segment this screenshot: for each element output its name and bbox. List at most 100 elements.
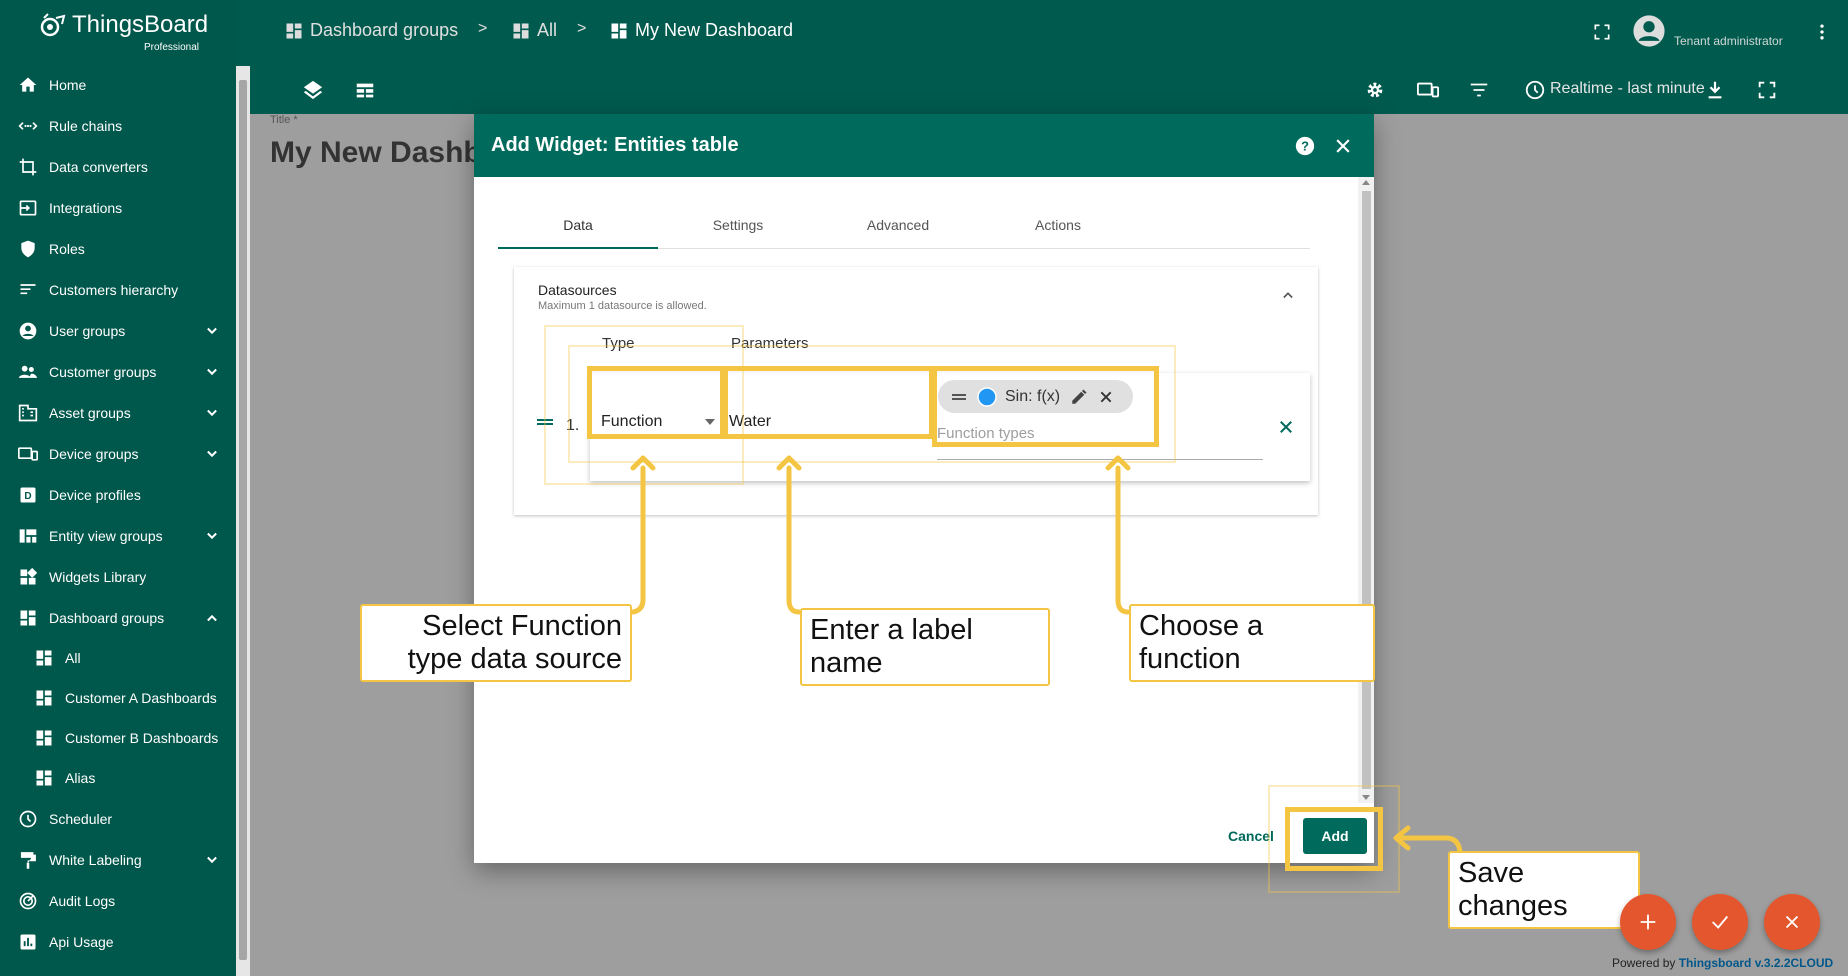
filter-icon[interactable]: [1468, 79, 1490, 101]
powered-link[interactable]: Thingsboard v.3.2.2CLOUD: [1679, 956, 1833, 970]
breadcrumb-item-all[interactable]: All: [511, 20, 557, 41]
sidebar-item-customers-hierarchy[interactable]: Customers hierarchy: [0, 269, 236, 310]
sidebar-item-label: Alias: [65, 769, 96, 786]
timewindow-label[interactable]: Realtime - last minute: [1550, 80, 1705, 98]
plus-icon: [1637, 911, 1659, 933]
logo-sub: Professional: [144, 42, 200, 53]
sidebar-item-widgets-library[interactable]: Widgets Library: [0, 556, 236, 597]
type-underline: [601, 437, 717, 438]
dropdown-arrow-icon[interactable]: [704, 417, 716, 427]
callout-function: Choose a function: [1129, 604, 1375, 682]
tab-data[interactable]: Data: [498, 217, 658, 233]
breadcrumb-label: All: [537, 20, 558, 40]
sidebar-item-label: Customers hierarchy: [49, 281, 179, 298]
dashboard-title-label: Title *: [270, 114, 298, 126]
sidebar-item-label: Data converters: [49, 158, 148, 175]
edit-icon[interactable]: [1070, 388, 1088, 406]
function-types-input[interactable]: Function types: [937, 425, 1035, 442]
clock-icon[interactable]: [1524, 79, 1546, 101]
sidebar-item-label: Asset groups: [49, 404, 131, 421]
dashboard-icon: [33, 767, 55, 789]
add-widget-fab[interactable]: [1620, 894, 1676, 950]
sidebar-item-api-usage[interactable]: Api Usage: [0, 921, 236, 962]
dashboard-icon: [284, 21, 304, 41]
more-vert-icon[interactable]: [1812, 22, 1832, 42]
people-icon: [17, 361, 39, 383]
sidebar-item-all[interactable]: All: [0, 637, 236, 678]
sidebar-item-label: Entity view groups: [49, 527, 163, 544]
tab-settings[interactable]: Settings: [658, 217, 818, 233]
chevron-down-icon: [202, 362, 222, 382]
format-paint-icon: [17, 849, 39, 871]
type-select[interactable]: Function: [601, 413, 662, 431]
scroll-up-icon[interactable]: [1362, 179, 1370, 185]
sidebar-item-rule-chains[interactable]: Rule chains: [0, 105, 236, 146]
powered-prefix: Powered by: [1612, 956, 1679, 970]
layers-icon[interactable]: [302, 79, 324, 101]
sidebar-item-dashboard-groups[interactable]: Dashboard groups: [0, 597, 236, 638]
close-icon[interactable]: [1333, 136, 1353, 156]
decline-changes-fab[interactable]: [1764, 894, 1820, 950]
sidebar-item-scheduler[interactable]: Scheduler: [0, 798, 236, 839]
scroll-down-icon[interactable]: [1362, 795, 1370, 801]
hierarchy-icon: [17, 279, 39, 301]
chevron-up-icon[interactable]: [1278, 285, 1298, 305]
function-types-underline: [937, 459, 1263, 460]
drag-handle-icon[interactable]: [951, 391, 967, 403]
color-dot-icon[interactable]: [977, 386, 997, 407]
sidebar-item-home[interactable]: Home: [0, 64, 236, 105]
sidebar-item-customer-groups[interactable]: Customer groups: [0, 351, 236, 392]
sidebar-item-device-groups[interactable]: Device groups: [0, 433, 236, 474]
label-underline: [729, 437, 903, 438]
sidebar-item-data-converters[interactable]: Data converters: [0, 146, 236, 187]
sidebar-item-integrations[interactable]: Integrations: [0, 187, 236, 228]
sidebar-item-alias[interactable]: Alias: [0, 757, 236, 798]
clock-icon: [17, 808, 39, 830]
help-icon[interactable]: ?: [1294, 135, 1316, 157]
sidebar-item-entity-view-groups[interactable]: Entity view groups: [0, 515, 236, 556]
sidebar-item-device-profiles[interactable]: D Device profiles: [0, 474, 236, 515]
add-button[interactable]: Add: [1303, 818, 1367, 854]
dashboard-title[interactable]: My New Dashb: [270, 136, 482, 170]
sidebar-item-label: Customer groups: [49, 363, 157, 380]
apply-changes-fab[interactable]: [1692, 894, 1748, 950]
view-quilt-icon: [17, 525, 39, 547]
sidebar-item-white-labeling[interactable]: White Labeling: [0, 839, 236, 880]
top-bar: Dashboard groups > All > My New Dashboar…: [236, 0, 1848, 66]
download-icon[interactable]: [1704, 79, 1726, 101]
sidebar-scrollbar[interactable]: [236, 66, 250, 976]
sidebar-item-roles[interactable]: Roles: [0, 228, 236, 269]
remove-datasource-icon[interactable]: [1277, 418, 1295, 436]
sidebar-item-asset-groups[interactable]: Asset groups: [0, 392, 236, 433]
chevron-down-icon: [202, 321, 222, 341]
label-input[interactable]: Water: [729, 413, 771, 431]
logo-name: ThingsBoard: [72, 11, 209, 38]
check-icon: [1709, 911, 1731, 933]
sidebar-item-user-groups[interactable]: User groups: [0, 310, 236, 351]
table-icon[interactable]: [354, 79, 376, 101]
sidebar-item-label: Integrations: [49, 199, 123, 216]
tab-actions[interactable]: Actions: [978, 217, 1138, 233]
sidebar-item-label: Widgets Library: [49, 568, 147, 585]
dashboard-icon: [511, 21, 531, 41]
avatar[interactable]: [1632, 14, 1666, 48]
sidebar-item-customer-b-dashboards[interactable]: Customer B Dashboards: [0, 717, 236, 758]
devices-icon[interactable]: [1416, 79, 1440, 101]
cancel-button[interactable]: Cancel: [1228, 828, 1274, 844]
tab-advanced[interactable]: Advanced: [818, 217, 978, 233]
logo[interactable]: ThingsBoard Professional: [38, 11, 209, 53]
sidebar-item-audit-logs[interactable]: Audit Logs: [0, 880, 236, 921]
close-icon[interactable]: [1098, 389, 1114, 405]
devices-icon: [17, 443, 39, 465]
fullscreen-icon[interactable]: [1592, 22, 1612, 42]
gear-icon[interactable]: [1364, 79, 1386, 101]
dialog-scrollbar[interactable]: [1358, 177, 1374, 803]
chevron-up-icon: [202, 608, 222, 628]
drag-handle-icon[interactable]: [536, 415, 554, 429]
sidebar-item-customer-a-dashboards[interactable]: Customer A Dashboards: [0, 677, 236, 718]
breadcrumb-label: My New Dashboard: [635, 20, 794, 40]
breadcrumb-item-dashboard-groups[interactable]: Dashboard groups: [284, 20, 458, 41]
function-chip[interactable]: Sin: f(x): [938, 380, 1133, 413]
breadcrumb-label: Dashboard groups: [310, 20, 459, 40]
fullscreen-icon[interactable]: [1756, 79, 1778, 101]
